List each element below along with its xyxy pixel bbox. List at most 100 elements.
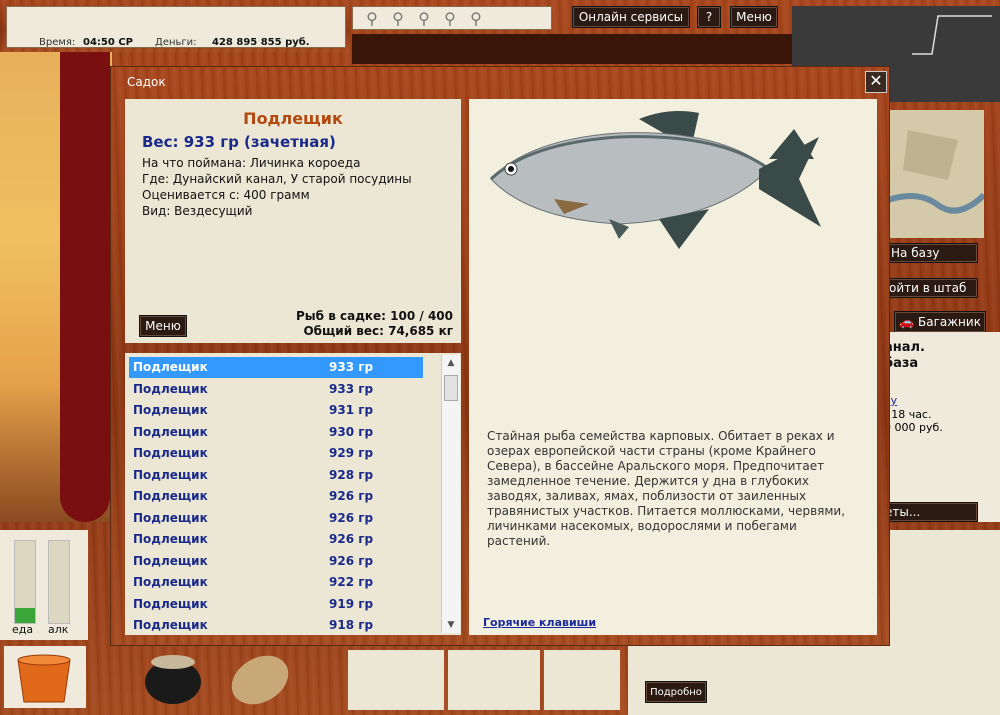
- fish-item-weight: 926 гр: [329, 532, 374, 546]
- time-label: Время:: [39, 37, 76, 48]
- trunk-button[interactable]: 🚗 Багажник: [894, 311, 986, 333]
- food-bar: [14, 540, 36, 624]
- top-dark-strip: [352, 34, 792, 64]
- fish-item-name: Подлещик: [133, 360, 208, 374]
- main-menu-button[interactable]: Меню: [730, 6, 778, 28]
- tackle-icon[interactable]: ⚲: [361, 8, 383, 28]
- fish-item-weight: 931 гр: [329, 403, 374, 417]
- food-bar-fill: [15, 608, 35, 623]
- trunk-label: Багажник: [918, 315, 981, 329]
- tackle-icon[interactable]: ⚲: [413, 8, 435, 28]
- fish-item-weight: 926 гр: [329, 489, 374, 503]
- list-item[interactable]: Подлещик 930 гр: [129, 422, 423, 443]
- close-icon[interactable]: ✕: [865, 71, 887, 93]
- list-item[interactable]: Подлещик 922 гр: [129, 572, 423, 593]
- needs-bars: еда алк: [0, 530, 88, 640]
- list-item[interactable]: Подлещик 933 гр: [129, 357, 423, 378]
- fish-item-name: Подлещик: [133, 510, 208, 525]
- fish-kind: Вид: Вездесущий: [142, 204, 253, 218]
- fish-item-weight: 919 гр: [329, 596, 374, 611]
- money-label: Деньги:: [155, 37, 197, 48]
- fish-item-name: Подлещик: [133, 403, 208, 417]
- location-line3: : 18 час.: [884, 408, 932, 421]
- list-item[interactable]: Подлещик 919 гр: [129, 594, 423, 615]
- scroll-thumb[interactable]: [444, 375, 458, 401]
- fish-description-panel: Стайная рыба семейства карповых. Обитает…: [469, 99, 877, 635]
- location-art: [0, 52, 112, 522]
- pot-slot[interactable]: [140, 646, 206, 708]
- inventory-slot[interactable]: [544, 650, 620, 710]
- location-line1: анал.: [884, 340, 925, 355]
- bucket-slot[interactable]: [4, 646, 86, 708]
- fish-bait: На что поймана: Личинка короеда: [142, 156, 361, 170]
- fish-rating: Оценивается с: 400 грамм: [142, 188, 310, 202]
- scroll-up-icon[interactable]: ▲: [442, 355, 460, 371]
- list-item[interactable]: Подлещик 926 гр: [129, 551, 423, 572]
- hotkeys-link[interactable]: Горячие клавиши: [483, 616, 596, 629]
- tackle-bar: ⚲ ⚲ ⚲ ⚲ ⚲: [352, 0, 552, 32]
- tackle-icon[interactable]: ⚲: [439, 8, 461, 28]
- fish-item-name: Подлещик: [133, 381, 208, 396]
- tickets-button[interactable]: еты...: [880, 502, 978, 522]
- total-weight: Общий вес: 74,685 кг: [303, 324, 453, 338]
- list-item[interactable]: Подлещик 928 гр: [129, 465, 423, 486]
- sack-slot[interactable]: [224, 646, 296, 708]
- fish-item-name: Подлещик: [133, 446, 208, 460]
- bream-fish-image: [489, 111, 821, 249]
- list-scrollbar[interactable]: ▲ ▼: [441, 355, 460, 633]
- fish-item-weight: 930 гр: [329, 424, 374, 439]
- online-services-button[interactable]: Онлайн сервисы: [572, 6, 690, 28]
- inventory-slot[interactable]: [448, 650, 540, 710]
- list-item[interactable]: Подлещик 926 гр: [129, 486, 423, 507]
- alcohol-bar: [48, 540, 70, 624]
- details-button[interactable]: Подробно: [645, 681, 707, 703]
- fish-item-name: Подлещик: [133, 489, 208, 503]
- car-icon: 🚗: [899, 315, 914, 329]
- money-value: 428 895 855 руб.: [212, 37, 310, 48]
- fish-item-weight: 928 гр: [329, 467, 374, 482]
- list-item[interactable]: Подлещик 929 гр: [129, 443, 423, 464]
- keepnet-dialog: Садок ✕ Подлещик Вес: 933 гр (зачетная) …: [110, 66, 890, 646]
- fish-item-name: Подлещик: [133, 618, 208, 632]
- bucket-icon: [17, 654, 71, 703]
- inventory-slot[interactable]: [348, 650, 444, 710]
- food-label: еда: [12, 623, 34, 636]
- map-preview[interactable]: [887, 110, 987, 238]
- location-line4: 0 000 руб.: [884, 421, 943, 434]
- fish-count: Рыб в садке: 100 / 400: [296, 309, 453, 323]
- fish-item-weight: 933 гр: [329, 381, 374, 396]
- go-hq-button[interactable]: ойти в штаб: [886, 278, 978, 298]
- fish-item-name: Подлещик: [133, 553, 208, 568]
- fish-menu-button[interactable]: Меню: [139, 315, 187, 337]
- tackle-icon[interactable]: ⚲: [465, 8, 487, 28]
- status-panel: Время: 04:50 СР Деньги: 428 895 855 руб.: [0, 0, 350, 52]
- fish-list: Подлещик 933 гр Подлещик 933 гр Подлещик 931 …: [125, 353, 461, 635]
- dialog-title: Садок: [127, 75, 166, 89]
- alcohol-label: алк: [48, 623, 69, 636]
- scroll-down-icon[interactable]: ▼: [442, 617, 460, 633]
- time-value: 04:50 СР: [83, 37, 133, 48]
- fish-item-name: Подлещик: [133, 596, 208, 611]
- fish-name: Подлещик: [243, 109, 343, 128]
- map-image: [887, 110, 987, 238]
- help-button[interactable]: ?: [697, 6, 721, 28]
- list-item[interactable]: Подлещик 933 гр: [129, 379, 423, 400]
- list-item[interactable]: Подлещик 918 гр: [129, 615, 423, 635]
- fish-item-name: Подлещик: [133, 575, 208, 589]
- pot-icon: [145, 655, 201, 704]
- fish-item-weight: 922 гр: [329, 575, 374, 589]
- fish-item-weight: 929 гр: [329, 446, 374, 460]
- fish-item-weight: 918 гр: [329, 618, 374, 632]
- fish-item-name: Подлещик: [133, 532, 208, 546]
- fish-item-weight: 933 гр: [329, 360, 374, 374]
- to-base-button[interactable]: На базу: [886, 243, 978, 263]
- fish-info-panel: Подлещик Вес: 933 гр (зачетная) На что п…: [125, 99, 461, 343]
- curtain-art: [60, 52, 110, 522]
- fish-description: Стайная рыба семейства карповых. Обитает…: [487, 429, 846, 548]
- tackle-icon[interactable]: ⚲: [387, 8, 409, 28]
- fish-item-weight: 926 гр: [329, 510, 374, 525]
- fish-location: Где: Дунайский канал, У старой посудины: [142, 172, 412, 186]
- list-item[interactable]: Подлещик 931 гр: [129, 400, 423, 421]
- list-item[interactable]: Подлещик 926 гр: [129, 529, 423, 550]
- list-item[interactable]: Подлещик 926 гр: [129, 508, 423, 529]
